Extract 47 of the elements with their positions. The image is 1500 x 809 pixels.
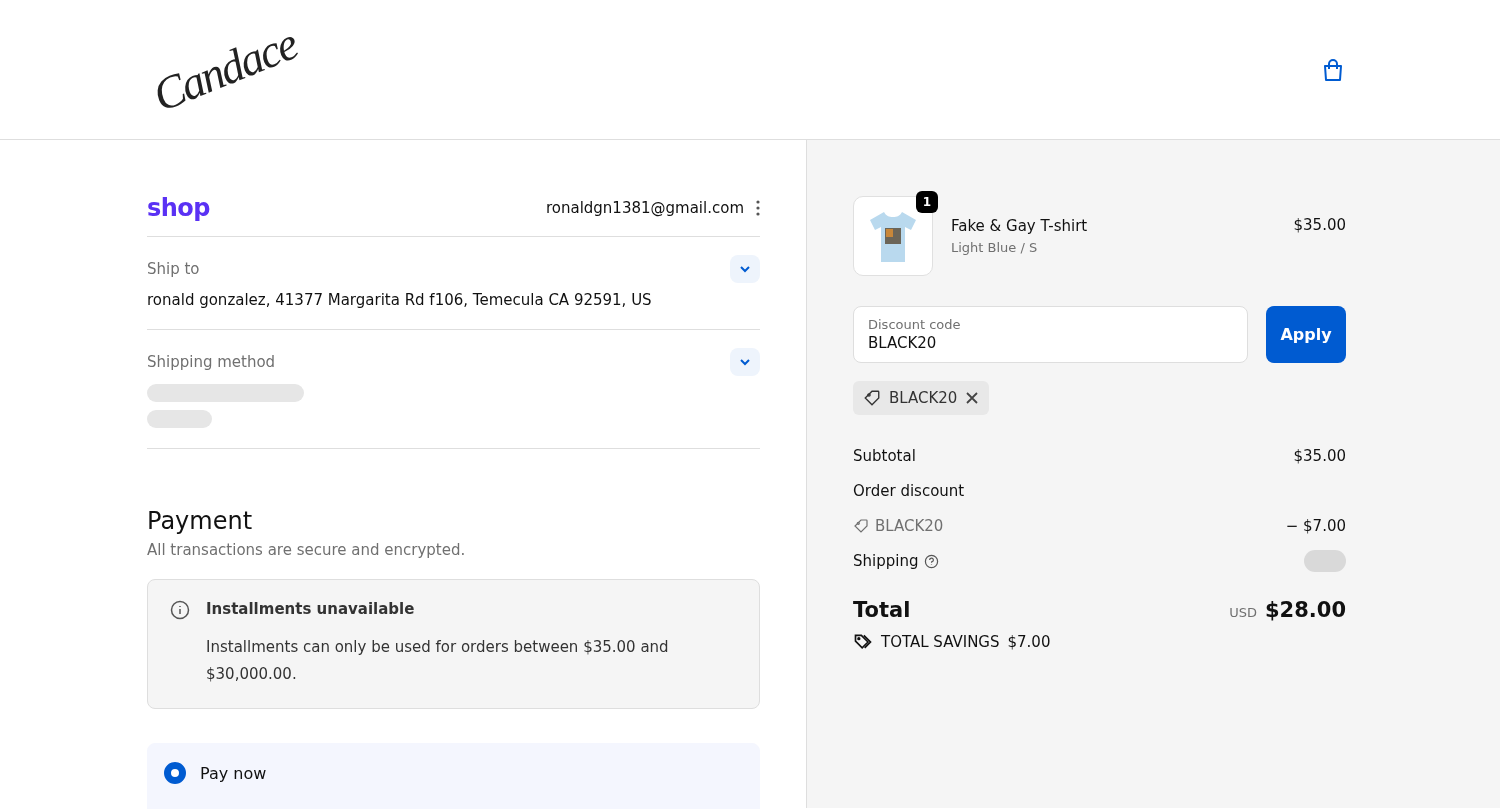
product-name: Fake & Gay T-shirt — [951, 217, 1089, 235]
expand-button[interactable] — [730, 348, 760, 376]
shopping-bag-icon[interactable] — [1321, 56, 1345, 83]
product-variant: Light Blue / S — [951, 240, 1039, 255]
total-amount: $28.00 — [1264, 598, 1346, 622]
chevron-down-icon — [739, 263, 751, 275]
summary-label: BLACK20 — [875, 517, 944, 535]
apply-button[interactable]: Apply — [1266, 306, 1346, 363]
shop-logo: shop — [147, 194, 211, 222]
summary-value: $35.00 — [1293, 447, 1346, 465]
notice-text: Installments can only be used for orders between $35.00 and $30,000.00. — [206, 637, 670, 685]
info-icon — [170, 600, 190, 620]
help-icon[interactable] — [924, 553, 940, 569]
shipping-address: ronald gonzalez, 41377 Margarita Rd f106, Temecula CA 92591, US — [147, 291, 653, 309]
quantity-badge: 1 — [916, 191, 938, 213]
expand-button[interactable] — [730, 255, 760, 283]
payment-subtitle: All transactions are secure and encrypted. — [147, 541, 467, 559]
option-label: Pay now — [200, 763, 267, 783]
section-label: Shipping method — [147, 353, 276, 371]
summary-label: Order discount — [853, 482, 965, 500]
savings-label: TOTAL SAVINGS — [881, 633, 1000, 651]
currency-code: USD — [1229, 605, 1257, 620]
discount-field[interactable]: Discount code BLACK20 — [853, 306, 1248, 363]
notice-title: Installments unavailable — [206, 600, 416, 620]
savings-amount: $7.00 — [1007, 633, 1051, 651]
tags-icon — [853, 632, 873, 652]
more-options-icon[interactable] — [756, 200, 760, 216]
loading-placeholder — [1304, 550, 1346, 572]
summary-label: Subtotal — [853, 447, 916, 465]
account-email: ronaldgn1381@gmail.com — [545, 199, 744, 217]
payment-option[interactable]: Pay now — [147, 743, 760, 809]
radio-button[interactable] — [164, 762, 186, 784]
summary-label: Shipping — [853, 552, 919, 570]
payment-heading: Payment — [147, 507, 254, 535]
product-price: $35.00 — [1293, 216, 1346, 234]
store-logo[interactable]: Candace — [145, 16, 304, 123]
tag-icon — [853, 518, 869, 534]
loading-placeholder — [147, 410, 212, 428]
section-label: Ship to — [147, 260, 200, 278]
tag-icon — [863, 389, 881, 407]
discount-code: BLACK20 — [889, 389, 958, 407]
summary-value: − $7.00 — [1285, 517, 1346, 535]
discount-input[interactable]: BLACK20 — [868, 334, 1233, 352]
total-label: Total — [853, 598, 911, 622]
close-icon[interactable] — [965, 391, 980, 405]
chevron-down-icon — [739, 356, 751, 368]
field-label: Discount code — [868, 317, 962, 332]
